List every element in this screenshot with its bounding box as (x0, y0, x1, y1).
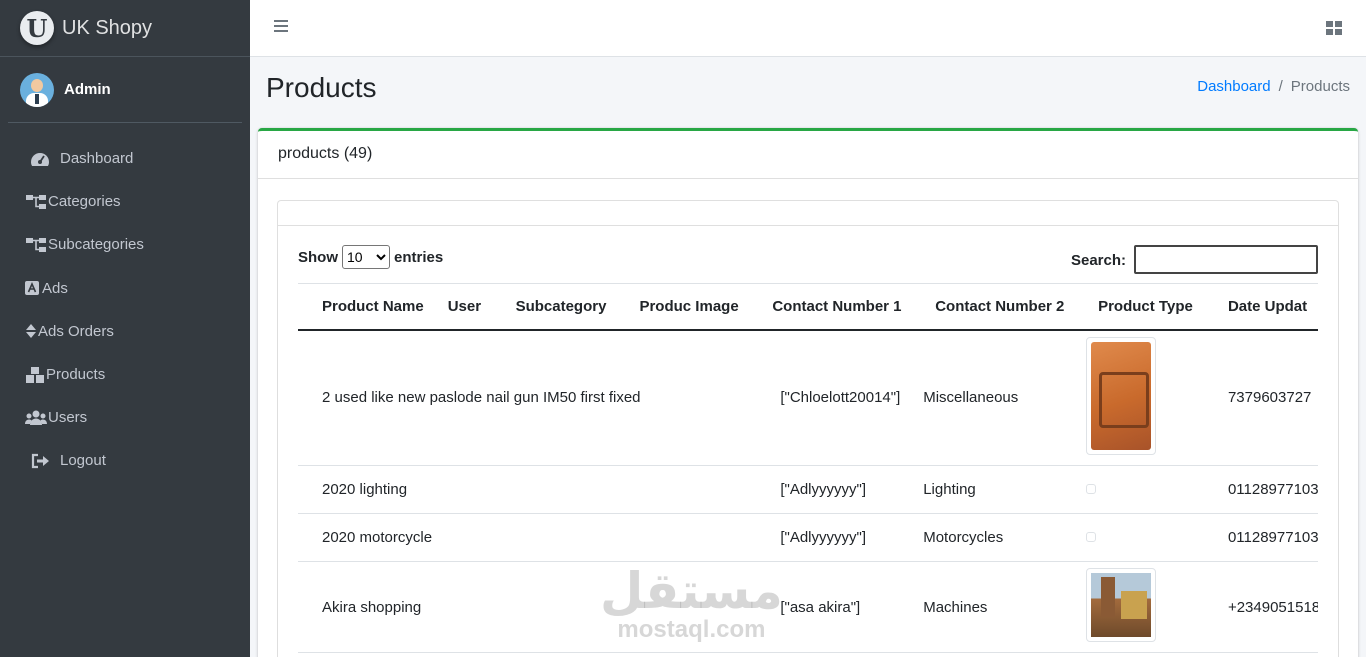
table-row: 2 used like new paslode nail gun IM50 fi… (298, 329, 1318, 466)
sitemap-icon (24, 237, 48, 253)
cell-product-image (1086, 465, 1216, 514)
page-length-control: Show 10 entries (298, 245, 443, 269)
sidebar-item-label: Products (46, 366, 106, 384)
cell-contact-number: 7379603727 (1215, 329, 1318, 466)
brand-link[interactable]: U UK Shopy (0, 0, 250, 57)
font-box-icon (24, 281, 40, 296)
sidebar-item-label: Subcategories (48, 236, 144, 254)
brand-name: UK Shopy (62, 16, 153, 39)
sidebar-item-label: Categories (48, 193, 121, 211)
cell-subcategory: Machines (923, 561, 1087, 653)
breadcrumb: Dashboard / Products (1197, 78, 1350, 95)
cell-product-name: 2 used like new paslode nail gun IM50 fi… (298, 329, 761, 466)
page-title: Products (266, 72, 377, 103)
sidebar-item-ads-orders[interactable]: Ads Orders (8, 310, 242, 353)
menu-toggle-icon[interactable] (274, 20, 288, 34)
cell-product-name: 2020 lighting (298, 465, 761, 514)
products-table-wrapper: Product Name User Subcategory Produc Ima… (298, 283, 1318, 657)
column-header-user[interactable]: User (435, 283, 504, 331)
empty-image-placeholder (1086, 532, 1097, 542)
column-header-subcategory[interactable]: Subcategory (503, 283, 628, 331)
breadcrumb-home-link[interactable]: Dashboard (1197, 78, 1270, 95)
sidebar-item-products[interactable]: Products (8, 353, 242, 396)
brand-logo: U (20, 11, 54, 45)
cell-product-image (1086, 513, 1216, 562)
cell-subcategory: Motorcycles (923, 513, 1087, 562)
sidebar-item-categories[interactable]: Categories (8, 180, 242, 223)
column-header-date-updated[interactable]: Date Updat (1215, 283, 1318, 331)
user-panel[interactable]: Admin (8, 57, 242, 123)
table-header-row: Product Name User Subcategory Produc Ima… (298, 283, 1318, 331)
table-controls: Show 10 entries Search: (298, 245, 1318, 275)
cell-contact-number: 01128977103 (1215, 513, 1318, 562)
column-header-product-name[interactable]: Product Name (298, 283, 436, 331)
cell-user: ["Adlyyyyyy"] (760, 513, 924, 562)
sitemap-icon (24, 194, 48, 210)
page-length-select[interactable]: 10 (342, 245, 390, 269)
cell-user: ["Adlyyyyyy"] (760, 465, 924, 514)
sidebar-item-users[interactable]: Users (8, 396, 242, 439)
breadcrumb-current: Products (1290, 78, 1350, 95)
sidebar-item-dashboard[interactable]: Dashboard (8, 137, 242, 180)
table-row: Akira shopping ["asa akira"] Machines +2… (298, 561, 1318, 653)
top-navbar (250, 0, 1366, 57)
sidebar-nav: Dashboard Categories Subcategories Ads A… (0, 137, 250, 483)
sidebar-item-label: Ads Orders (38, 322, 114, 340)
building-image (1091, 573, 1152, 637)
search-input[interactable] (1134, 245, 1318, 274)
tool-case-image (1091, 341, 1152, 450)
sort-icon (24, 324, 38, 339)
cell-user: ["asa akira"] (760, 561, 924, 653)
cell-subcategory: Miscellaneous (923, 329, 1087, 466)
show-label: Show (298, 248, 338, 266)
cell-contact-number: +2349051518077 (1215, 561, 1318, 653)
cell-subcategory: Lighting (923, 465, 1087, 514)
fullscreen-grid-icon[interactable] (1326, 21, 1342, 35)
cell-product-name: 2020 motorcycle (298, 513, 761, 562)
column-header-product-image[interactable]: Produc Image (627, 283, 761, 331)
cell-contact-number: 01128977103 (1215, 465, 1318, 514)
empty-image-placeholder (1086, 484, 1097, 494)
table-row: 2020 motorcycle ["Adlyyyyyy"] Motorcycle… (298, 513, 1318, 562)
breadcrumb-separator: / (1278, 78, 1283, 95)
table-row: 2020 lighting ["Adlyyyyyy"] Lighting 011… (298, 465, 1318, 514)
products-table: Product Name User Subcategory Produc Ima… (298, 283, 1318, 653)
user-name[interactable]: Admin (64, 81, 111, 98)
column-header-contact-number-2[interactable]: Contact Number 2 (923, 283, 1087, 331)
card-title: products (49) (258, 131, 1358, 179)
search-label: Search: (1070, 252, 1126, 269)
products-card: products (49) Show 10 entries Search: Pr… (258, 128, 1358, 657)
cell-product-image (1086, 561, 1216, 653)
sidebar-item-label: Users (48, 409, 88, 427)
sidebar-item-label: Ads (42, 279, 68, 297)
sign-out-icon (28, 453, 52, 469)
users-icon (24, 410, 48, 426)
cell-product-image (1086, 329, 1216, 466)
search-control: Search: (1071, 245, 1318, 274)
table-card-header (278, 201, 1338, 226)
entries-label: entries (394, 248, 444, 266)
cell-product-name: Akira shopping (298, 561, 761, 653)
sidebar-item-ads[interactable]: Ads (8, 267, 242, 310)
column-header-contact-number-1[interactable]: Contact Number 1 (760, 283, 924, 331)
sidebar: U UK Shopy Admin Dashboard Categories Su… (0, 0, 250, 657)
cubes-icon (24, 366, 46, 383)
brand-logo-letter: U (26, 13, 48, 43)
product-thumbnail[interactable] (1086, 336, 1157, 455)
cell-user: ["Chloelott20014"] (760, 329, 924, 466)
sidebar-item-label: Dashboard (60, 150, 134, 168)
tachometer-icon (28, 151, 52, 167)
sidebar-item-subcategories[interactable]: Subcategories (8, 223, 242, 266)
avatar (20, 72, 54, 107)
sidebar-item-label: Logout (60, 452, 106, 470)
sidebar-item-logout[interactable]: Logout (8, 439, 242, 482)
column-header-product-type[interactable]: Product Type (1086, 283, 1216, 331)
product-thumbnail[interactable] (1086, 568, 1157, 642)
